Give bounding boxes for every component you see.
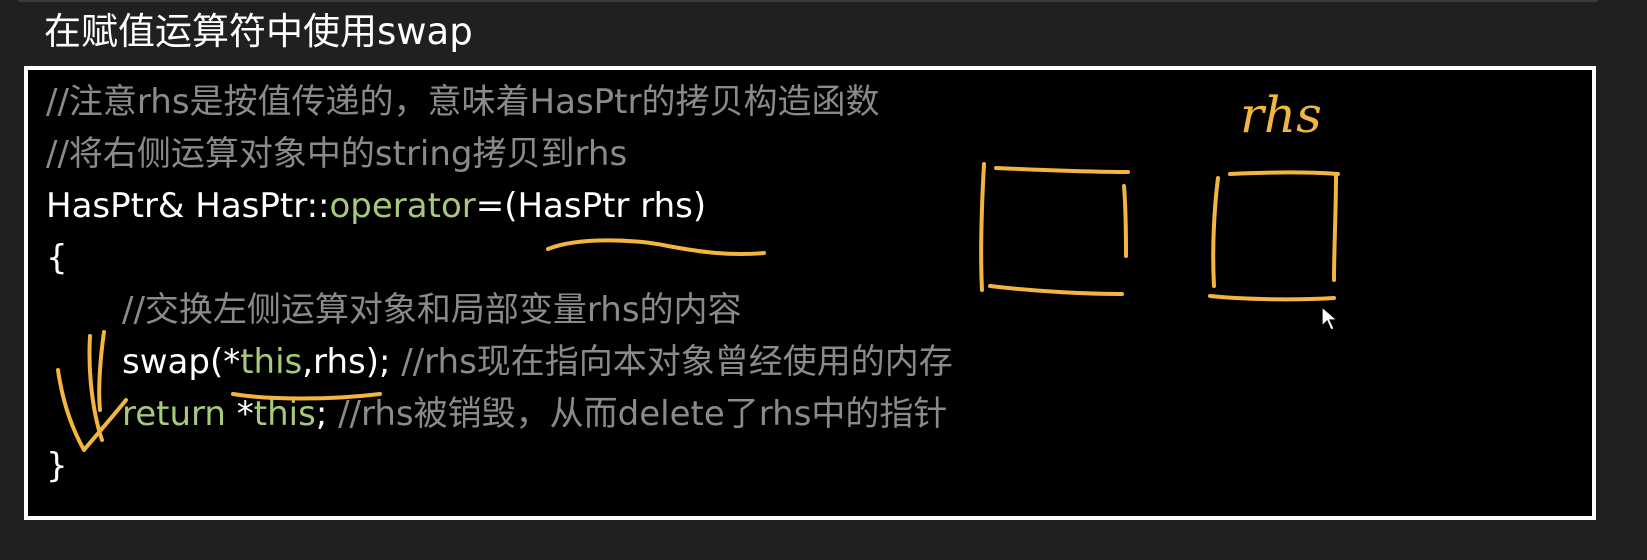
- code-comment: //注意rhs是按值传递的，意味着HasPtr的拷贝构造函数: [46, 82, 880, 122]
- return-deref: *: [225, 394, 254, 434]
- code-line-4: {: [46, 232, 68, 284]
- open-brace: {: [46, 238, 68, 278]
- this-keyword: this: [240, 342, 303, 382]
- mouse-cursor-icon: [1321, 306, 1339, 331]
- return-keyword: return: [122, 394, 226, 434]
- code-comment: //将右侧运算对象中的string拷贝到rhs: [46, 134, 628, 174]
- code-comment: //rhs被销毁，从而delete了rhs中的指针: [338, 394, 948, 434]
- code-comment: //交换左侧运算对象和局部变量rhs的内容: [122, 290, 742, 330]
- code-signature-params: =(HasPtr rhs): [475, 186, 707, 226]
- code-line-1: //注意rhs是按值传递的，意味着HasPtr的拷贝构造函数: [46, 76, 879, 128]
- slide-title: 在赋值运算符中使用swap: [44, 10, 473, 53]
- top-divider: [18, 0, 1598, 2]
- code-line-5: //交换左侧运算对象和局部变量rhs的内容: [122, 284, 742, 336]
- code-block: //注意rhs是按值传递的，意味着HasPtr的拷贝构造函数 //将右侧运算对象…: [24, 66, 1596, 520]
- code-line-3: HasPtr& HasPtr::operator=(HasPtr rhs): [46, 180, 706, 232]
- swap-call-end: ,rhs);: [302, 342, 402, 382]
- this-keyword: this: [253, 394, 316, 434]
- code-line-7: return *this; //rhs被销毁，从而delete了rhs中的指针: [122, 388, 947, 440]
- code-comment: //rhs现在指向本对象曾经使用的内存: [401, 342, 953, 382]
- code-signature-prefix: HasPtr& HasPtr::: [46, 186, 330, 226]
- return-semicolon: ;: [315, 394, 339, 434]
- slide: 在赋值运算符中使用swap //注意rhs是按值传递的，意味着HasPtr的拷贝…: [0, 0, 1647, 560]
- code-line-8: }: [46, 440, 68, 492]
- code-line-2: //将右侧运算对象中的string拷贝到rhs: [46, 128, 627, 180]
- close-brace: }: [46, 446, 68, 486]
- code-operator-keyword: operator: [329, 186, 476, 226]
- code-line-6: swap(*this,rhs); //rhs现在指向本对象曾经使用的内存: [122, 336, 953, 388]
- swap-call-start: swap(*: [122, 342, 241, 382]
